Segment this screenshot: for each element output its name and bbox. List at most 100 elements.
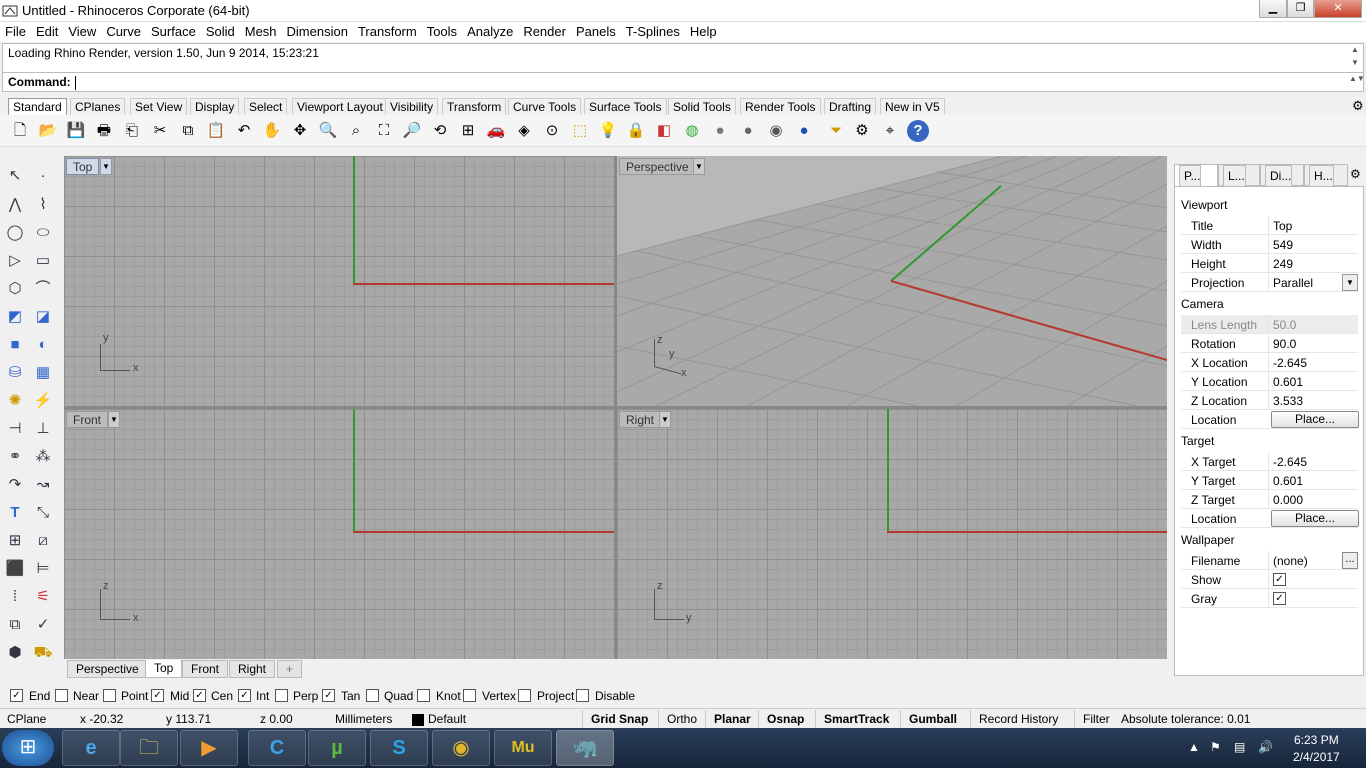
point-icon[interactable]: · bbox=[31, 164, 55, 188]
z-target-value[interactable]: 0.000 bbox=[1273, 493, 1303, 507]
panel-gear-icon[interactable]: ⚙ bbox=[1350, 164, 1366, 186]
command-input[interactable] bbox=[75, 76, 76, 90]
mirror-icon[interactable]: ⧄ bbox=[31, 529, 55, 553]
menu-edit[interactable]: Edit bbox=[31, 22, 63, 41]
twist-icon[interactable]: ⧉ bbox=[3, 613, 27, 637]
explode-icon[interactable]: ⚡ bbox=[31, 389, 55, 413]
explorer-icon[interactable]: 🗀 bbox=[120, 730, 178, 766]
extrude-icon[interactable]: ◪ bbox=[31, 305, 55, 329]
tab-display-panel[interactable]: ▭ Di... bbox=[1260, 164, 1304, 187]
osnap-tan-checkbox[interactable]: ✓ bbox=[322, 689, 335, 702]
osnap-int-checkbox[interactable]: ✓ bbox=[238, 689, 251, 702]
osnap-vertex-checkbox[interactable] bbox=[463, 689, 476, 702]
polyline-icon[interactable]: ⋀ bbox=[3, 193, 27, 217]
fillet-curve-icon[interactable]: ⌒ bbox=[31, 277, 55, 301]
select-icon[interactable]: ⬚ bbox=[569, 120, 591, 142]
menu-render[interactable]: Render bbox=[518, 22, 571, 41]
circle-icon[interactable]: ◯ bbox=[3, 221, 27, 245]
menu-help[interactable]: Help bbox=[685, 22, 722, 41]
print-icon[interactable]: 🖶 bbox=[93, 120, 115, 142]
curve-icon[interactable]: ⌇ bbox=[31, 193, 55, 217]
material-icon[interactable]: ● bbox=[793, 120, 815, 142]
ccleaner-icon[interactable]: C bbox=[248, 730, 306, 766]
import-icon[interactable]: ⎗ bbox=[121, 120, 143, 142]
menu-file[interactable]: File bbox=[0, 22, 31, 41]
car-icon[interactable]: 🚗 bbox=[485, 120, 507, 142]
tab-properties[interactable]: ◍ P... bbox=[1174, 164, 1218, 187]
light-icon[interactable]: 💡 bbox=[597, 120, 619, 142]
box-icon[interactable]: ■ bbox=[3, 333, 27, 357]
render-preview-icon[interactable]: ◈ bbox=[513, 120, 535, 142]
tab-cplanes[interactable]: CPlanes bbox=[70, 98, 126, 115]
show-checkbox[interactable]: ✓ bbox=[1273, 573, 1286, 586]
cplane-icon[interactable]: ⊙ bbox=[541, 120, 563, 142]
offset-icon[interactable]: ↷ bbox=[3, 473, 27, 497]
tab-set-view[interactable]: Set View bbox=[130, 98, 188, 115]
scroll-up-icon[interactable]: ▲ bbox=[1349, 45, 1361, 59]
volume-icon[interactable]: 🔊 bbox=[1258, 740, 1273, 754]
vp-tab-top[interactable]: Top bbox=[145, 660, 183, 678]
analyze-icon[interactable]: ⚟ bbox=[31, 585, 55, 609]
tab-display[interactable]: Display bbox=[190, 98, 240, 115]
minimize-button[interactable]: ▁ bbox=[1259, 0, 1287, 18]
chevron-down-icon[interactable]: ▼ bbox=[100, 158, 112, 175]
menu-transform[interactable]: Transform bbox=[353, 22, 422, 41]
paste-icon[interactable]: 📋 bbox=[205, 120, 227, 142]
zoom-dynamic-icon[interactable]: 🔍 bbox=[317, 120, 339, 142]
status-layer[interactable]: Default bbox=[428, 712, 466, 726]
tab-transform[interactable]: Transform bbox=[442, 98, 507, 115]
tab-render-tools[interactable]: Render Tools bbox=[740, 98, 821, 115]
projection-select[interactable]: Parallel bbox=[1273, 276, 1313, 290]
check-icon[interactable]: ✓ bbox=[31, 613, 55, 637]
tab-curve-tools[interactable]: Curve Tools bbox=[508, 98, 582, 115]
osnap-point-checkbox[interactable] bbox=[103, 689, 116, 702]
height-value[interactable]: 249 bbox=[1273, 257, 1293, 271]
osnap-perp-checkbox[interactable] bbox=[275, 689, 288, 702]
rotation-value[interactable]: 90.0 bbox=[1273, 337, 1296, 351]
x-location-value[interactable]: -2.645 bbox=[1273, 356, 1307, 370]
tab-select[interactable]: Select bbox=[244, 98, 288, 115]
tab-standard[interactable]: Standard bbox=[8, 98, 67, 115]
menu-panels[interactable]: Panels bbox=[571, 22, 621, 41]
viewport-top[interactable]: Top ▼ y x bbox=[64, 156, 614, 406]
planar-toggle[interactable]: Planar bbox=[705, 710, 759, 729]
osnap-disable-checkbox[interactable] bbox=[576, 689, 589, 702]
fillet-icon[interactable]: ↝ bbox=[31, 473, 55, 497]
cube-icon[interactable]: ⬢ bbox=[3, 641, 27, 665]
title-value[interactable]: Top bbox=[1273, 219, 1292, 233]
solid-box-icon[interactable]: ⬛ bbox=[3, 557, 27, 581]
select-arrow-icon[interactable]: ↖ bbox=[3, 164, 27, 188]
mesh-icon[interactable]: ▦ bbox=[31, 361, 55, 385]
viewport-right[interactable]: Right ▼ z y bbox=[617, 409, 1167, 659]
z-location-value[interactable]: 3.533 bbox=[1273, 394, 1303, 408]
utorrent-icon[interactable]: µ bbox=[308, 730, 366, 766]
ghosted-icon[interactable]: ◉ bbox=[765, 120, 787, 142]
menu-analyze[interactable]: Analyze bbox=[462, 22, 518, 41]
menu-surface[interactable]: Surface bbox=[146, 22, 201, 41]
vp-tab-right[interactable]: Right bbox=[229, 660, 276, 678]
rhino-app-icon[interactable] bbox=[2, 3, 18, 19]
tray-expand-icon[interactable]: ▲ bbox=[1188, 740, 1200, 754]
devices-icon[interactable]: ▤ bbox=[1234, 740, 1245, 754]
viewport-title-right[interactable]: Right bbox=[619, 411, 662, 428]
layer-icon[interactable]: ◧ bbox=[653, 120, 675, 142]
command-line[interactable]: Command: ▲▼ bbox=[2, 72, 1365, 92]
group-icon[interactable]: ⚭ bbox=[3, 445, 27, 469]
options-icon[interactable]: ⚙ bbox=[851, 120, 873, 142]
smarttrack-toggle[interactable]: SmartTrack bbox=[815, 710, 897, 729]
split-icon[interactable]: ⊥ bbox=[31, 417, 55, 441]
browse-button[interactable]: ... bbox=[1342, 552, 1358, 569]
osnap-end-checkbox[interactable]: ✓ bbox=[10, 689, 23, 702]
undo-icon[interactable]: ↶ bbox=[233, 120, 255, 142]
osnap-near-checkbox[interactable] bbox=[55, 689, 68, 702]
ungroup-icon[interactable]: ⁂ bbox=[31, 445, 55, 469]
chevron-down-icon[interactable]: ▼ bbox=[108, 411, 120, 428]
osnap-toggle[interactable]: Osnap bbox=[758, 710, 812, 729]
tab-drafting[interactable]: Drafting bbox=[824, 98, 877, 115]
osnap-knot-checkbox[interactable] bbox=[417, 689, 430, 702]
color-wheel-icon[interactable]: ◍ bbox=[681, 120, 703, 142]
zoom-window-icon[interactable]: ⌕ bbox=[345, 120, 367, 142]
osnap-cen-checkbox[interactable]: ✓ bbox=[193, 689, 206, 702]
osnap-mid-checkbox[interactable]: ✓ bbox=[151, 689, 164, 702]
undo-view-icon[interactable]: ⟲ bbox=[429, 120, 451, 142]
